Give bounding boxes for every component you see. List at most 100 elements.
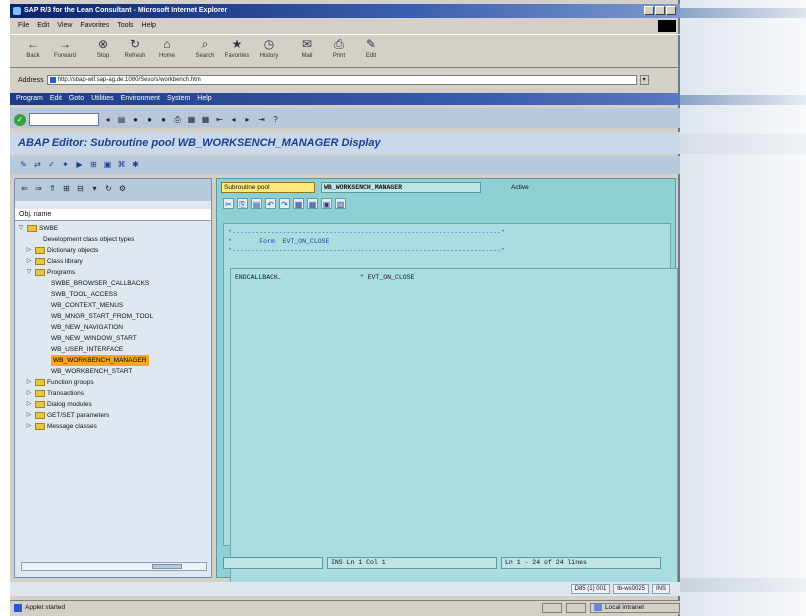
- tree-node[interactable]: SWBE_BROWSER_CALLBACKS: [17, 278, 209, 289]
- nav-refresh-icon[interactable]: ↻: [103, 183, 114, 194]
- redo-icon[interactable]: ↷: [279, 198, 290, 209]
- mail-button[interactable]: ✉ Mail: [292, 37, 322, 67]
- cancel-icon[interactable]: ●: [158, 114, 169, 125]
- delete-line-icon[interactable]: ▦: [307, 198, 318, 209]
- forward-button[interactable]: → Forward: [50, 37, 80, 67]
- find-next-icon[interactable]: ▦: [200, 114, 211, 125]
- scrollbar-thumb[interactable]: [152, 564, 182, 569]
- tree-node[interactable]: WB_CONTEXT_MENUS: [17, 300, 209, 311]
- sap-menu-goto[interactable]: Goto: [69, 95, 84, 105]
- sap-menu-help[interactable]: Help: [197, 95, 211, 105]
- command-field[interactable]: [29, 113, 99, 126]
- favorites-button[interactable]: ★ Favorites: [222, 37, 252, 67]
- save-icon[interactable]: ▤: [116, 114, 127, 125]
- nav-up-icon[interactable]: ⇑: [47, 183, 58, 194]
- test-icon[interactable]: ▶: [74, 159, 85, 170]
- menu-view[interactable]: View: [57, 22, 72, 32]
- previous-page-icon[interactable]: ◂: [228, 114, 239, 125]
- back-icon[interactable]: ●: [130, 114, 141, 125]
- tree-node[interactable]: Development class object types: [17, 234, 209, 245]
- tree-node[interactable]: ▷ Message classes: [17, 421, 209, 432]
- maximize-button[interactable]: [655, 6, 665, 15]
- edit-button[interactable]: ✎ Edit: [356, 37, 386, 67]
- expand-icon[interactable]: ▷: [25, 399, 33, 410]
- tree-node[interactable]: WB_USER_INTERFACE: [17, 344, 209, 355]
- close-button[interactable]: [666, 6, 676, 15]
- print-icon[interactable]: ⎙: [172, 114, 183, 125]
- address-dropdown-button[interactable]: ▾: [639, 75, 649, 85]
- window-titlebar[interactable]: SAP R/3 for the Lean Consultant - Micros…: [10, 4, 680, 18]
- history-button[interactable]: ◷ History: [254, 37, 284, 67]
- enter-check-icon[interactable]: ✓: [14, 113, 26, 126]
- nav-settings-icon[interactable]: ⚙: [117, 183, 128, 194]
- help-icon[interactable]: ?: [270, 114, 281, 125]
- sap-menu-program[interactable]: Program: [16, 95, 43, 105]
- last-page-icon[interactable]: ⇥: [256, 114, 267, 125]
- menu-help[interactable]: Help: [142, 22, 156, 32]
- tree-node[interactable]: ▷ Class library: [17, 256, 209, 267]
- sap-menu-utilities[interactable]: Utilities: [91, 95, 114, 105]
- tree-node[interactable]: ▷ Transactions: [17, 388, 209, 399]
- stop-button[interactable]: ⊗ Stop: [88, 37, 118, 67]
- tree-node[interactable]: ▽ Programs: [17, 267, 209, 278]
- collapse-icon[interactable]: ▽: [25, 267, 33, 278]
- command-history-icon[interactable]: ◂: [102, 114, 113, 125]
- expand-icon[interactable]: ▷: [25, 410, 33, 421]
- next-page-icon[interactable]: ▸: [242, 114, 253, 125]
- expand-icon[interactable]: ▷: [25, 388, 33, 399]
- expand-icon[interactable]: ▷: [25, 421, 33, 432]
- collapse-icon[interactable]: ▽: [17, 223, 25, 234]
- insert-line-icon[interactable]: ▦: [293, 198, 304, 209]
- tree-node[interactable]: WB_MNGR_START_FROM_TOOL: [17, 311, 209, 322]
- pretty-printer-icon[interactable]: ▧: [335, 198, 346, 209]
- object-list-icon[interactable]: ▣: [102, 159, 113, 170]
- cut-icon[interactable]: ✂: [223, 198, 234, 209]
- source-code-area[interactable]: PROGRAM WB_WORKBENCH_MANAGER .INCLUDE <C…: [223, 223, 678, 591]
- search-button[interactable]: ⌕ Search: [190, 37, 220, 67]
- tree-node[interactable]: WB_NEW_WINDOW_START: [17, 333, 209, 344]
- sap-menu-environment[interactable]: Environment: [121, 95, 160, 105]
- nav-hierarchy-icon[interactable]: ⊞: [61, 183, 72, 194]
- home-button[interactable]: ⌂ Home: [152, 37, 182, 67]
- nav-forward-icon[interactable]: ⇒: [33, 183, 44, 194]
- block-icon[interactable]: ▣: [321, 198, 332, 209]
- nav-expand-icon[interactable]: ▾: [89, 183, 100, 194]
- copy-icon[interactable]: ⎘: [237, 198, 248, 209]
- print-button[interactable]: ⎙ Print: [324, 37, 354, 67]
- where-used-icon[interactable]: ⊞: [88, 159, 99, 170]
- activate-icon[interactable]: ✦: [60, 159, 71, 170]
- tree-node[interactable]: ▷ Dialog modules: [17, 399, 209, 410]
- menu-file[interactable]: File: [18, 22, 29, 32]
- expand-icon[interactable]: ▷: [25, 245, 33, 256]
- menu-favorites[interactable]: Favorites: [80, 22, 109, 32]
- tree-horizontal-scrollbar[interactable]: [21, 562, 207, 571]
- refresh-button[interactable]: ↻ Refresh: [120, 37, 150, 67]
- exit-icon[interactable]: ●: [144, 114, 155, 125]
- nav-back-icon[interactable]: ⇐: [19, 183, 30, 194]
- find-icon[interactable]: ▦: [186, 114, 197, 125]
- display-change-icon[interactable]: ✎: [18, 159, 29, 170]
- address-input[interactable]: http://sbap-wif.sap-ag.de:1080/Seso/s/wo…: [46, 75, 637, 85]
- back-button[interactable]: ← Back: [18, 37, 48, 67]
- sap-menu-system[interactable]: System: [167, 95, 190, 105]
- menu-edit[interactable]: Edit: [37, 22, 49, 32]
- minimize-button[interactable]: [644, 6, 654, 15]
- tree-node[interactable]: ▷ Dictionary objects: [17, 245, 209, 256]
- menu-tools[interactable]: Tools: [117, 22, 133, 32]
- check-icon[interactable]: ✓: [46, 159, 57, 170]
- sap-menu-edit[interactable]: Edit: [50, 95, 62, 105]
- expand-icon[interactable]: ▷: [25, 377, 33, 388]
- pattern-icon[interactable]: ✱: [130, 159, 141, 170]
- undo-icon[interactable]: ↶: [265, 198, 276, 209]
- paste-icon[interactable]: ▤: [251, 198, 262, 209]
- tree-node[interactable]: ▷ Function groups: [17, 377, 209, 388]
- expand-icon[interactable]: ▷: [25, 256, 33, 267]
- tree-node[interactable]: WB_WORKBENCH_MANAGER: [17, 355, 209, 366]
- navigation-window-icon[interactable]: ⌘: [116, 159, 127, 170]
- tree-node[interactable]: SWB_TOOL_ACCESS: [17, 289, 209, 300]
- other-object-icon[interactable]: ⇄: [32, 159, 43, 170]
- tree-node[interactable]: ▷ GET/SET parameters: [17, 410, 209, 421]
- first-page-icon[interactable]: ⇤: [214, 114, 225, 125]
- tree-node[interactable]: ▽ SWBE: [17, 223, 209, 234]
- tree-node[interactable]: WB_WORKBENCH_START: [17, 366, 209, 377]
